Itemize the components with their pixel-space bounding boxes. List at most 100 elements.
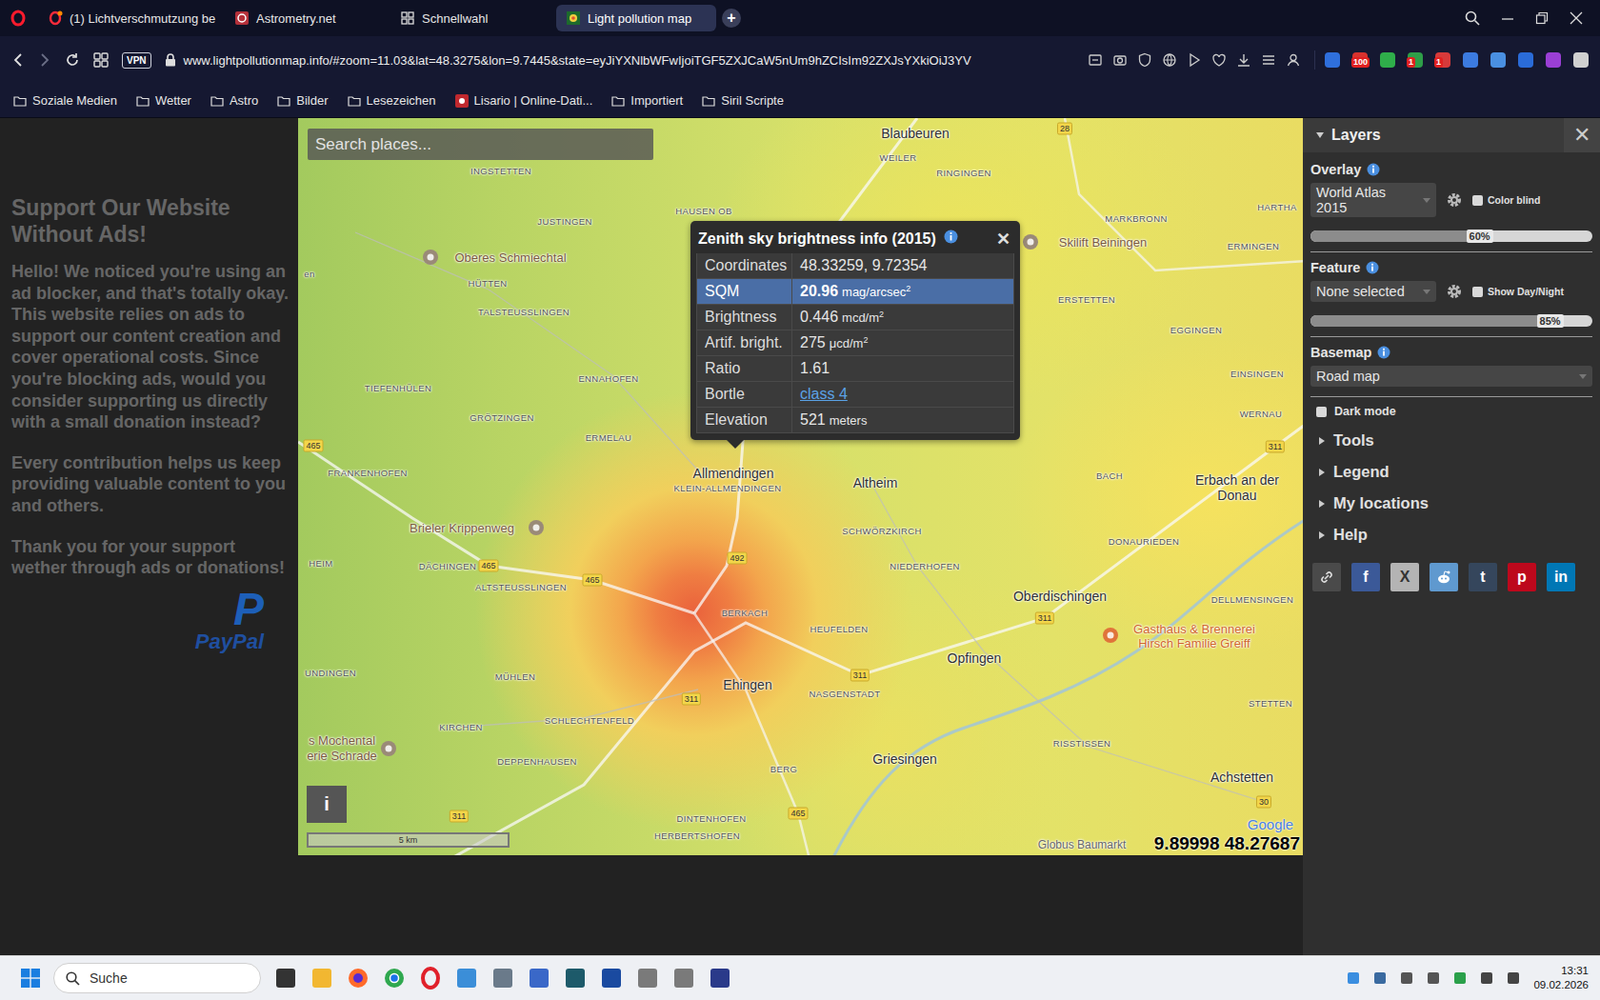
opera-logo-icon[interactable] <box>9 9 27 27</box>
place-label[interactable]: erie Schrade <box>306 749 378 764</box>
slider-reading[interactable]: 60% <box>1466 229 1494 243</box>
place-label[interactable]: Achstetten <box>1210 769 1274 785</box>
place-label[interactable]: TALSTEUSSLINGEN <box>478 307 570 319</box>
place-label[interactable]: HÜTTEN <box>468 279 508 290</box>
bookmark[interactable]: Lisario | Online-Dati... <box>455 93 594 108</box>
extension-button[interactable] <box>1322 50 1342 70</box>
app-icon[interactable] <box>636 966 660 990</box>
app-icon[interactable] <box>600 966 623 990</box>
extension-button[interactable] <box>1378 50 1398 70</box>
back-icon[interactable] <box>11 52 25 68</box>
overlay-checkbox[interactable]: Color blind <box>1472 194 1540 206</box>
checkbox[interactable] <box>1316 406 1327 418</box>
extension-button[interactable] <box>1571 50 1591 70</box>
app-icon[interactable] <box>382 966 406 990</box>
panel-close-button[interactable]: ✕ <box>1563 118 1600 153</box>
collapsible-section[interactable]: My locations <box>1318 494 1593 513</box>
place-label[interactable]: KIRCHEN <box>439 722 483 734</box>
place-label[interactable]: WEILER <box>880 153 918 164</box>
place-label[interactable]: SCHLECHTENFELD <box>544 716 635 727</box>
place-label[interactable]: Erbach an der Donau <box>1191 472 1283 503</box>
browser-tab[interactable]: Astrometry.net <box>224 4 385 32</box>
place-label[interactable]: KLEIN-ALLMENDINGEN <box>674 483 782 495</box>
place-label[interactable]: ERMELAU <box>585 433 633 444</box>
extension-button[interactable] <box>1516 50 1536 70</box>
place-label[interactable]: GRÖTZINGEN <box>469 413 534 424</box>
forward-icon[interactable] <box>38 52 52 68</box>
place-label[interactable]: DEPPENHAUSEN <box>497 757 577 768</box>
snapshot-icon[interactable] <box>1112 52 1128 68</box>
heart-icon[interactable] <box>1211 52 1227 68</box>
bookmark[interactable]: Bilder <box>277 93 328 108</box>
app-icon[interactable] <box>563 966 587 990</box>
bookmark[interactable]: Siril Scripte <box>701 93 784 108</box>
place-label[interactable]: TIEFENHÜLEN <box>364 383 432 395</box>
bookmark[interactable]: Lesezeichen <box>347 93 437 108</box>
profile-icon[interactable] <box>1285 52 1301 68</box>
place-label[interactable]: HEIM <box>308 559 333 570</box>
app-icon[interactable] <box>310 966 334 990</box>
place-label[interactable]: STETTEN <box>1248 699 1293 710</box>
reader-icon[interactable] <box>1087 52 1103 68</box>
place-label[interactable]: s Mochental <box>308 734 376 749</box>
place-label[interactable]: DELLMENSINGEN <box>1211 595 1295 606</box>
app-icon[interactable] <box>527 966 551 990</box>
place-label[interactable]: DÄCHINGEN <box>419 561 478 573</box>
app-icon[interactable] <box>491 966 515 990</box>
pinterest-share-button[interactable]: p <box>1507 562 1537 592</box>
dark-mode-checkbox[interactable]: Dark mode <box>1316 404 1593 419</box>
tray-icon[interactable] <box>1373 971 1387 985</box>
place-label[interactable]: Griesingen <box>872 751 938 767</box>
gear-icon[interactable] <box>1445 282 1463 300</box>
place-label[interactable]: Skilift Beiningen <box>1059 236 1148 251</box>
opacity-slider[interactable]: 85% <box>1310 315 1593 327</box>
tumblr-share-button[interactable]: t <box>1468 562 1498 592</box>
tray-icon[interactable] <box>1426 971 1440 985</box>
menu-icon[interactable] <box>1260 52 1277 68</box>
place-label[interactable]: HAUSEN OB <box>675 206 733 218</box>
popup-close-button[interactable]: ✕ <box>994 228 1013 250</box>
checkbox[interactable] <box>1472 286 1483 298</box>
x-share-button[interactable]: X <box>1390 562 1420 592</box>
place-label[interactable]: FRANKENHOFEN <box>327 468 407 480</box>
place-label[interactable]: Oberes Schmiechtal <box>454 251 566 266</box>
place-pin-icon[interactable] <box>421 248 440 266</box>
slider-reading[interactable]: 85% <box>1537 314 1564 328</box>
collapsible-section[interactable]: Legend <box>1318 462 1593 481</box>
place-label[interactable]: Allmendingen <box>693 465 775 481</box>
browser-tab[interactable]: Light pollution map <box>556 4 717 32</box>
link-share-button[interactable] <box>1312 562 1341 592</box>
place-pin-icon[interactable] <box>380 740 398 758</box>
bortle-link[interactable]: class 4 <box>800 385 848 403</box>
shield-icon[interactable] <box>1137 52 1153 68</box>
place-label[interactable]: NASGENSTADT <box>809 689 881 700</box>
map-info-button[interactable]: i <box>306 785 347 823</box>
place-label[interactable]: Opfingen <box>947 650 1002 666</box>
extension-button[interactable]: 1 <box>1433 50 1453 70</box>
app-icon[interactable] <box>455 966 479 990</box>
minimize-icon[interactable] <box>1500 11 1515 25</box>
opacity-slider[interactable]: 60% <box>1310 230 1593 242</box>
app-icon[interactable] <box>419 966 442 990</box>
bookmark[interactable]: Importiert <box>611 93 683 108</box>
place-label[interactable]: DINTENHOFEN <box>676 814 746 825</box>
extension-button[interactable]: 100 <box>1350 50 1370 70</box>
feature-checkbox[interactable]: Show Day/Night <box>1472 285 1564 298</box>
extension-button[interactable] <box>1460 50 1480 70</box>
search-places-input[interactable] <box>307 128 654 160</box>
browser-tab[interactable]: Schnellwahl <box>390 4 551 32</box>
place-label[interactable]: EINSINGEN <box>1230 369 1284 380</box>
collapsible-section[interactable]: Help <box>1318 525 1593 544</box>
tray-icon[interactable] <box>1346 971 1360 985</box>
collapsible-section[interactable]: Tools <box>1318 431 1593 450</box>
bookmark[interactable]: Wetter <box>136 93 192 108</box>
place-label[interactable]: Globus Baumarkt <box>1038 839 1127 853</box>
place-label[interactable]: Altheim <box>853 475 899 491</box>
place-label[interactable]: RISSTISSEN <box>1053 739 1112 750</box>
tabs-grid-icon[interactable] <box>93 52 109 68</box>
place-label[interactable]: Brieler Krippenweg <box>409 521 515 537</box>
place-label[interactable]: BACH <box>1096 471 1123 482</box>
place-label[interactable]: Oberdischingen <box>1013 588 1107 604</box>
extension-button[interactable] <box>1543 50 1563 70</box>
place-label[interactable]: HERBERTSHOFEN <box>654 831 740 842</box>
